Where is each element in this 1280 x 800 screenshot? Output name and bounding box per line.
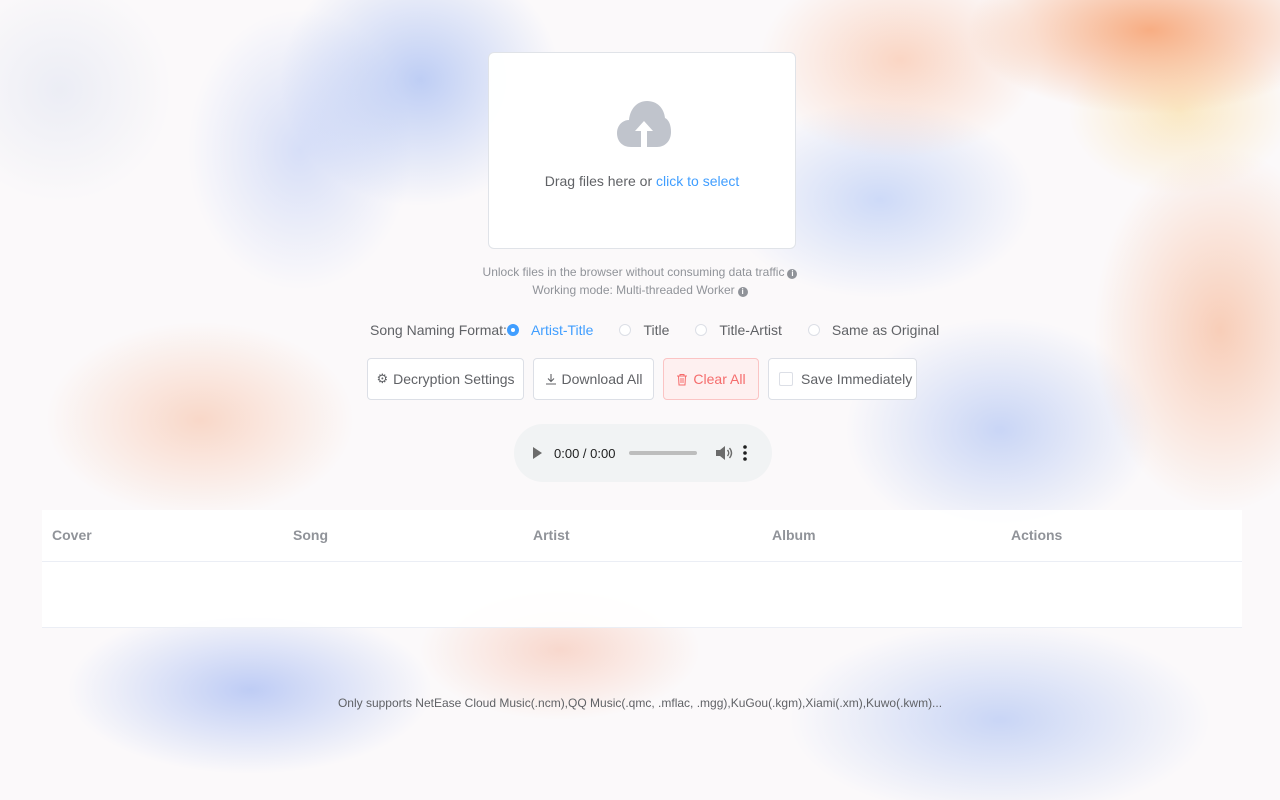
radio-label-title: Title <box>643 322 670 338</box>
audio-progress-slider[interactable] <box>629 451 698 455</box>
info-icon[interactable]: i <box>787 269 798 279</box>
column-header-cover: Cover <box>52 527 92 543</box>
radio-circle[interactable] <box>506 324 519 336</box>
decryption-settings-button[interactable]: ⚙ Decryption Settings <box>367 358 524 400</box>
gear-icon: ⚙ <box>376 371 389 386</box>
radio-circle[interactable] <box>695 324 708 336</box>
column-header-album: Album <box>772 527 816 543</box>
decryption-settings-label: Decryption Settings <box>393 371 515 387</box>
column-header-artist: Artist <box>533 527 570 543</box>
play-icon[interactable] <box>533 447 542 459</box>
radio-same-as-original[interactable]: Same as Original <box>807 322 940 338</box>
download-icon <box>545 374 556 385</box>
clear-all-label: Clear All <box>693 371 746 387</box>
radio-title-artist[interactable]: Title-Artist <box>695 322 782 338</box>
radio-artist-title[interactable]: Artist-Title <box>506 322 594 338</box>
radio-label-title-artist: Title-Artist <box>719 322 782 338</box>
upload-instruction: Drag files here or click to select <box>489 173 795 189</box>
table-bottom-border <box>42 627 1242 628</box>
radio-label-artist-title: Artist-Title <box>530 322 594 338</box>
tip-working-mode: Working mode: Multi-threaded Worker i <box>440 283 840 297</box>
tip-traffic: Unlock files in the browser without cons… <box>440 265 840 279</box>
songs-table: Cover Song Artist Album Actions <box>42 510 1242 628</box>
click-to-select-link[interactable]: click to select <box>656 173 739 189</box>
save-immediately-checkbox[interactable]: Save Immediately <box>768 358 917 400</box>
upload-text: Drag files here or <box>544 173 657 189</box>
download-all-label: Download All <box>561 371 643 387</box>
tip-traffic-text: Unlock files in the browser without cons… <box>482 265 785 279</box>
radio-circle[interactable] <box>619 324 632 336</box>
naming-format-group: Song Naming Format: Artist-Title Title T… <box>370 322 939 338</box>
volume-icon[interactable] <box>715 445 733 461</box>
supported-formats-note: Only supports NetEase Cloud Music(.ncm),… <box>337 696 943 710</box>
upload-dropzone[interactable]: Drag files here or click to select <box>488 52 796 249</box>
audio-player[interactable]: 0:00 / 0:00 <box>514 424 772 482</box>
download-all-button[interactable]: Download All <box>533 358 654 400</box>
cloud-upload-icon <box>617 101 671 147</box>
checkbox-box[interactable] <box>779 372 793 386</box>
table-header: Cover Song Artist Album Actions <box>42 510 1242 562</box>
trash-icon <box>677 373 688 385</box>
radio-circle[interactable] <box>807 324 820 336</box>
info-icon[interactable]: i <box>737 287 748 297</box>
column-header-song: Song <box>293 527 328 543</box>
radio-title[interactable]: Title <box>619 322 669 338</box>
more-options-icon[interactable] <box>743 445 748 461</box>
clear-all-button[interactable]: Clear All <box>663 358 759 400</box>
audio-time: 0:00 / 0:00 <box>554 445 616 461</box>
naming-format-label: Song Naming Format: <box>370 322 507 338</box>
tip-working-mode-text: Working mode: Multi-threaded Worker <box>532 283 735 297</box>
column-header-actions: Actions <box>1011 527 1063 543</box>
radio-label-same-as-original: Same as Original <box>831 322 940 338</box>
save-immediately-label: Save Immediately <box>801 371 913 387</box>
